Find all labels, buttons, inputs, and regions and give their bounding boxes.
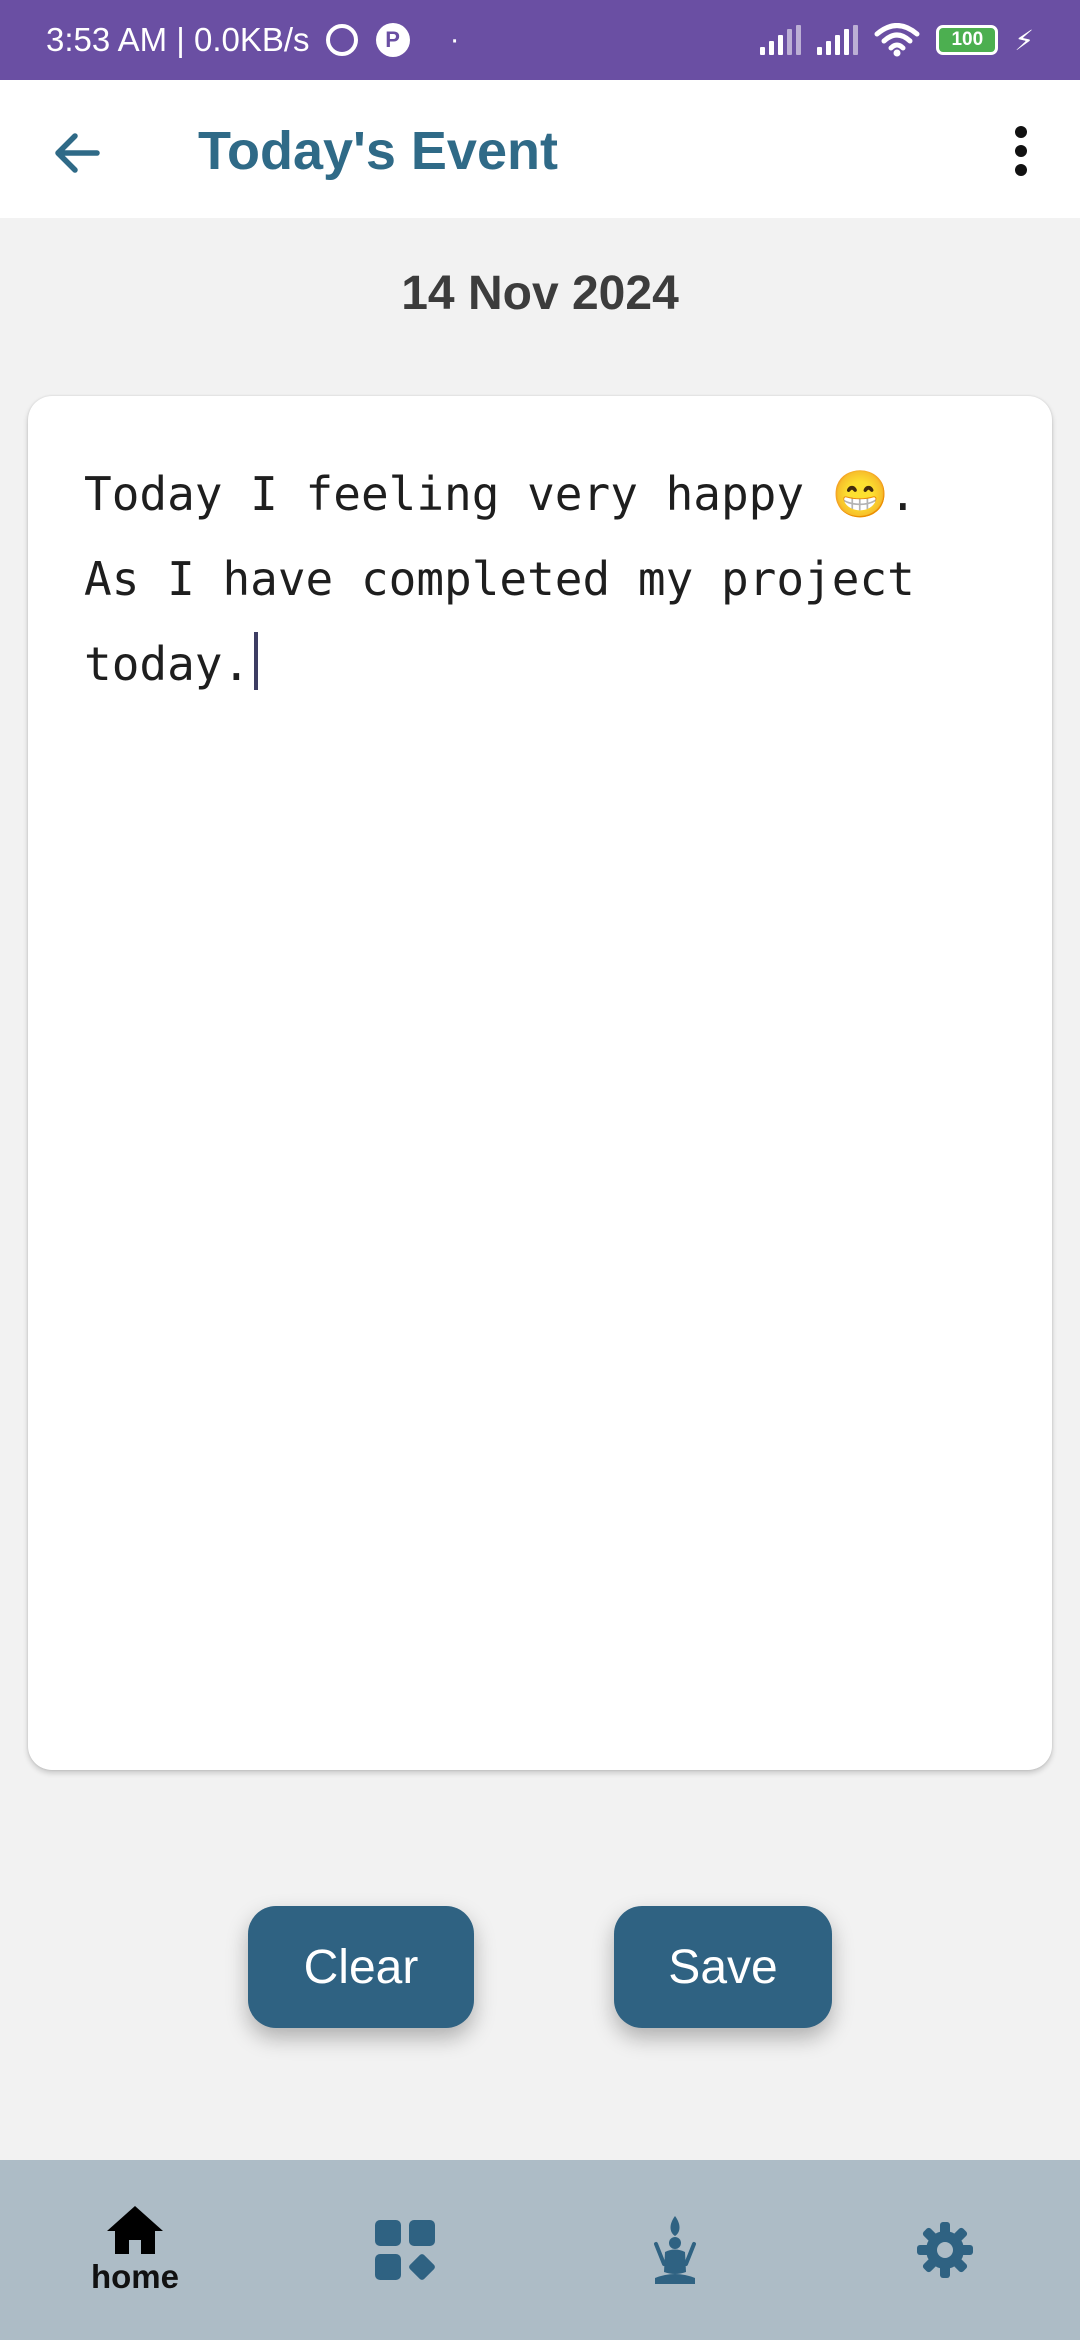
nav-label-home: home (90, 2258, 179, 2295)
notification-dot: · (449, 23, 460, 56)
settings-icon (917, 2222, 973, 2278)
nav-item-settings[interactable] (810, 2160, 1080, 2340)
meditation-icon (654, 2216, 696, 2284)
text-cursor (254, 632, 259, 690)
nav-item-home[interactable]: home (0, 2160, 270, 2340)
app-bar: Today's Event (0, 80, 1080, 218)
nav-item-meditation[interactable] (540, 2160, 810, 2340)
more-options-button[interactable] (986, 116, 1056, 186)
battery-icon: 100 (936, 25, 999, 55)
clear-button[interactable]: Clear (248, 1906, 474, 2028)
event-date: 14 Nov 2024 (401, 267, 679, 320)
wifi-icon (874, 23, 920, 57)
alarm-icon (325, 24, 358, 56)
signal-icon (760, 25, 802, 55)
dashboard-icon (375, 2220, 435, 2280)
more-vert-icon (1015, 126, 1027, 176)
home-icon (107, 2206, 163, 2254)
app-notification-icon: P (375, 23, 410, 57)
charging-icon: ⚡ (1014, 24, 1034, 56)
status-bar: 3:53 AM | 0.0KB/s P · 100 ⚡ (0, 0, 1080, 80)
status-right: 100 ⚡ (760, 23, 1034, 57)
signal-icon (817, 25, 859, 55)
page-title: Today's Event (198, 121, 558, 181)
event-text-content[interactable]: Today I feeling very happy 😁. As I have … (84, 452, 996, 707)
arrow-back-icon (55, 133, 100, 173)
back-button[interactable] (42, 118, 112, 188)
save-button[interactable]: Save (614, 1906, 832, 2028)
nav-item-dashboard[interactable] (270, 2160, 540, 2340)
event-text-editor[interactable]: Today I feeling very happy 😁. As I have … (28, 396, 1052, 1770)
screen: 3:53 AM | 0.0KB/s P · 100 ⚡ Today's Even… (0, 0, 1080, 2340)
status-left: 3:53 AM | 0.0KB/s P · (46, 21, 460, 59)
status-time: 3:53 AM | 0.0KB/s (46, 21, 310, 58)
event-text: Today I feeling very happy 😁. As I have … (84, 467, 945, 691)
bottom-navigation: home (0, 2160, 1080, 2340)
